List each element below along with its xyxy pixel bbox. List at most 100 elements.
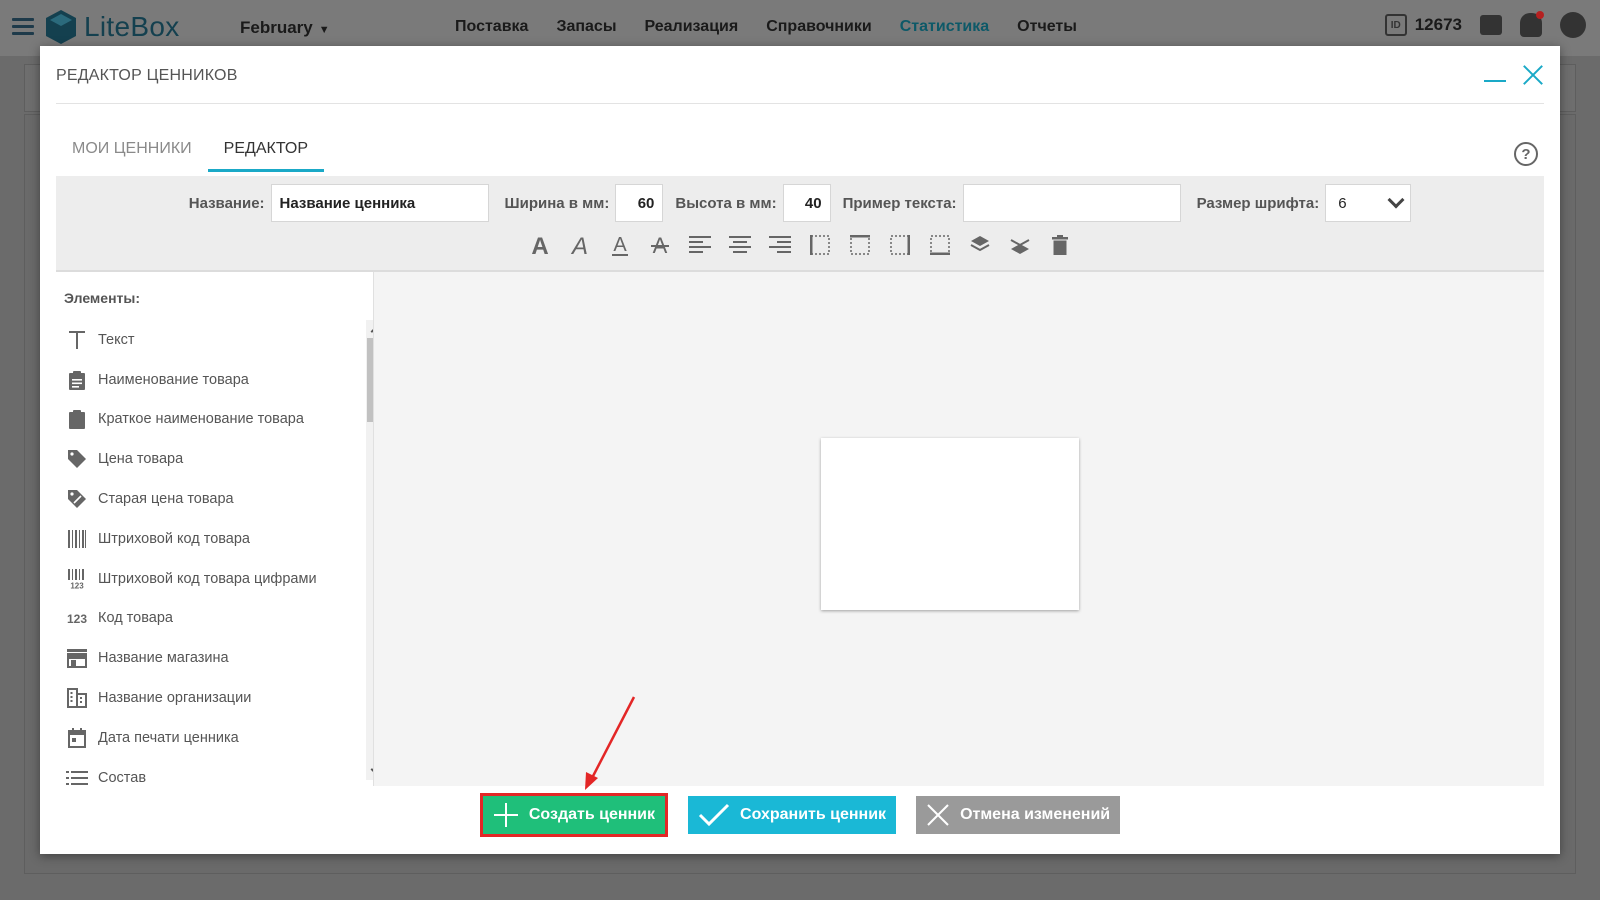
modal-title: РЕДАКТОР ЦЕННИКОВ xyxy=(56,67,238,84)
width-label: Ширина в мм: xyxy=(504,194,610,212)
delete-icon[interactable] xyxy=(1047,231,1073,259)
font-size-select[interactable]: 6 xyxy=(1325,184,1412,222)
element-item-price[interactable]: Цена товара xyxy=(64,439,346,479)
settings-icon[interactable] xyxy=(1480,15,1502,35)
period-selector[interactable]: February ▼ xyxy=(240,18,330,38)
send-backward-icon[interactable] xyxy=(1007,231,1033,259)
logo-text: LiteBox xyxy=(84,11,180,42)
italic-icon[interactable]: A xyxy=(567,231,593,259)
border-left-icon[interactable] xyxy=(807,231,833,259)
barcode-icon xyxy=(64,528,90,550)
notification-dot xyxy=(1536,11,1544,19)
element-item-product-name[interactable]: Наименование товара xyxy=(64,360,346,400)
svg-text:123: 123 xyxy=(67,612,87,625)
chevron-down-icon xyxy=(1387,191,1405,209)
element-item-print-date[interactable]: Дата печати ценника xyxy=(64,718,346,758)
element-label: Код товара xyxy=(98,610,173,627)
element-label: Штриховой код товара цифрами xyxy=(98,570,317,587)
nav-item-sales[interactable]: Реализация xyxy=(644,18,738,36)
menu-icon[interactable] xyxy=(12,18,34,38)
litebox-logo-icon xyxy=(46,10,76,44)
border-right-icon[interactable] xyxy=(887,231,913,259)
element-item-organization-name[interactable]: Название организации xyxy=(64,678,346,718)
width-input[interactable] xyxy=(615,184,664,222)
close-icon xyxy=(927,804,949,826)
nav-item-reports[interactable]: Отчеты xyxy=(1017,18,1077,36)
cancel-changes-button[interactable]: Отмена изменений xyxy=(916,796,1121,834)
nav-item-stock[interactable]: Запасы xyxy=(556,18,616,36)
align-right-icon[interactable] xyxy=(767,231,793,259)
text-icon xyxy=(64,329,90,351)
store-icon xyxy=(64,647,90,669)
modal-header: РЕДАКТОР ЦЕННИКОВ xyxy=(56,46,1544,104)
sample-text-input[interactable] xyxy=(962,184,1181,222)
font-size-value: 6 xyxy=(1338,194,1347,212)
element-label: Состав xyxy=(98,769,147,786)
element-label: Название организации xyxy=(98,690,252,707)
main-nav: Поставка Запасы Реализация Справочники С… xyxy=(455,18,1077,36)
element-label: Название магазина xyxy=(98,650,229,667)
element-label: Текст xyxy=(98,331,135,348)
align-left-icon[interactable] xyxy=(687,231,713,259)
bold-icon[interactable]: A xyxy=(527,231,553,259)
barcode-digits-icon: 123 xyxy=(64,568,90,590)
underline-icon[interactable]: A xyxy=(607,231,633,259)
tag-icon xyxy=(64,448,90,470)
element-label: Цена товара xyxy=(98,451,184,468)
format-tools: A A A A xyxy=(56,230,1544,260)
save-price-tag-button[interactable]: Сохранить ценник xyxy=(688,796,897,834)
height-label: Высота в мм: xyxy=(675,194,777,212)
nav-item-supply[interactable]: Поставка xyxy=(455,18,528,36)
create-price-tag-button[interactable]: Создать ценник xyxy=(479,793,669,837)
name-label: Название: xyxy=(188,194,265,212)
name-input[interactable] xyxy=(270,184,489,222)
editor-canvas[interactable] xyxy=(373,272,1544,786)
svg-text:A: A xyxy=(613,234,627,256)
element-item-text[interactable]: Текст xyxy=(64,320,346,360)
height-input[interactable] xyxy=(782,184,831,222)
cancel-changes-label: Отмена изменений xyxy=(960,806,1111,823)
editor-toolbar: Название: Ширина в мм: Высота в мм: Прим… xyxy=(56,176,1544,272)
elements-list: Текст Наименование товара Краткое наимен… xyxy=(64,320,346,798)
price-tag-preview[interactable] xyxy=(821,438,1079,610)
numbers-icon: 123 xyxy=(64,607,90,629)
help-icon[interactable]: ? xyxy=(1514,142,1538,166)
element-item-short-product-name[interactable]: Краткое наименование товара xyxy=(64,400,346,440)
building-icon xyxy=(64,687,90,709)
check-icon xyxy=(698,803,730,827)
border-bottom-icon[interactable] xyxy=(927,231,953,259)
id-icon: ID xyxy=(1384,14,1407,36)
logo[interactable]: LiteBox xyxy=(46,10,180,44)
tab-my-price-tags[interactable]: МОИ ЦЕННИКИ xyxy=(56,132,208,172)
element-item-old-price[interactable]: Старая цена товара xyxy=(64,479,346,519)
close-icon[interactable] xyxy=(1522,64,1544,86)
bring-forward-icon[interactable] xyxy=(967,231,993,259)
element-label: Наименование товара xyxy=(98,371,249,388)
tab-editor[interactable]: РЕДАКТОР xyxy=(207,132,324,172)
modal-tabs: МОИ ЦЕННИКИ РЕДАКТОР xyxy=(56,132,324,172)
modal-footer: Создать ценник Сохранить ценник Отмена и… xyxy=(40,790,1560,840)
toolbar-fields: Название: Ширина в мм: Высота в мм: Прим… xyxy=(56,184,1544,222)
nav-item-references[interactable]: Справочники xyxy=(766,18,872,36)
bell-icon[interactable] xyxy=(1520,11,1544,37)
svg-text:A: A xyxy=(570,233,588,257)
plus-icon xyxy=(493,803,518,827)
sample-text-label: Пример текста: xyxy=(842,194,957,212)
strikethrough-icon[interactable]: A xyxy=(647,231,673,259)
minimize-icon[interactable] xyxy=(1484,80,1506,82)
svg-text:123: 123 xyxy=(70,581,84,589)
discount-tag-icon xyxy=(64,488,90,510)
elements-panel: Элементы: Текст Наименование товара Крат… xyxy=(56,272,384,786)
avatar[interactable] xyxy=(1560,12,1586,38)
element-item-store-name[interactable]: Название магазина xyxy=(64,638,346,678)
chevron-down-icon: ▼ xyxy=(318,24,330,36)
align-center-icon[interactable] xyxy=(727,231,753,259)
clipboard-list-icon xyxy=(64,369,90,391)
border-top-icon[interactable] xyxy=(847,231,873,259)
nav-item-statistics[interactable]: Статистика xyxy=(900,18,989,36)
element-item-barcode[interactable]: Штриховой код товара xyxy=(64,519,346,559)
top-right-controls: ID 12673 xyxy=(1384,11,1600,38)
clipboard-icon xyxy=(64,408,90,430)
element-item-product-code[interactable]: 123 Код товара xyxy=(64,599,346,639)
element-item-barcode-digits[interactable]: 123 Штриховой код товара цифрами xyxy=(64,559,346,599)
